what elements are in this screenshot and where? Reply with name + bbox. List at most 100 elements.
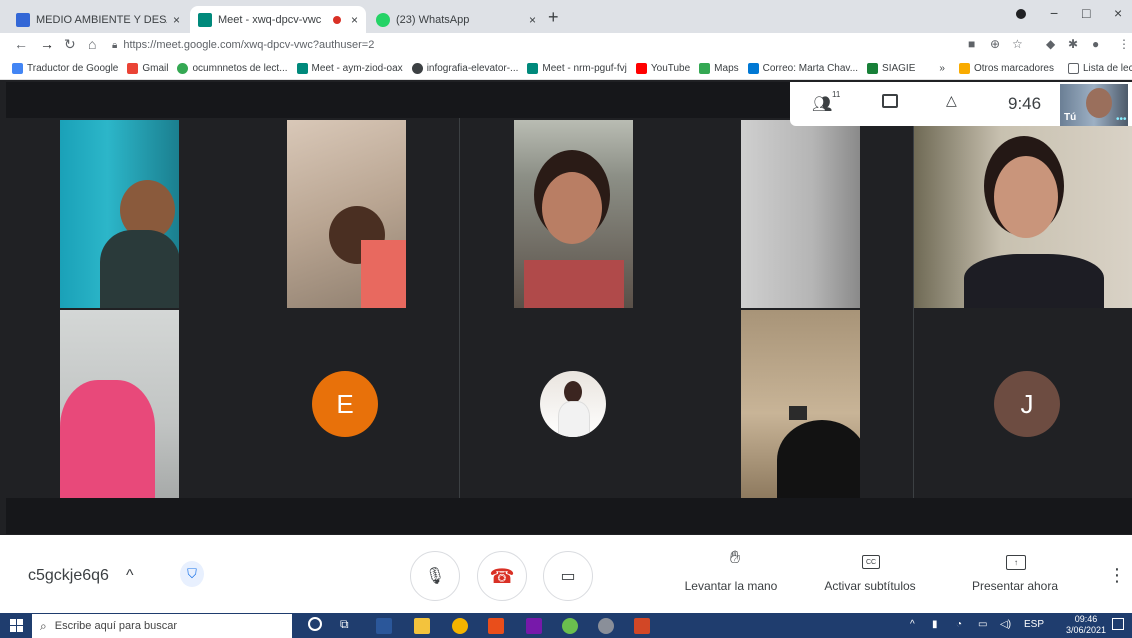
hang-up-button[interactable]: ☎ bbox=[477, 551, 527, 601]
app-icon[interactable] bbox=[598, 618, 614, 634]
network-icon[interactable]: ◔ bbox=[956, 619, 962, 630]
app-icon[interactable] bbox=[562, 618, 578, 634]
bookmark-label: Meet - aym-ziod-oax bbox=[311, 62, 403, 74]
tray-app-icon[interactable]: ▮ bbox=[932, 619, 938, 630]
more-dots-icon[interactable]: ••• bbox=[1116, 114, 1127, 125]
participant-video[interactable] bbox=[60, 120, 179, 308]
puzzle-icon[interactable]: ✱ bbox=[1068, 37, 1078, 51]
bookmarks-overflow-button[interactable]: » bbox=[939, 63, 945, 74]
avatar-initial: J bbox=[1020, 388, 1034, 419]
participant-video[interactable] bbox=[60, 310, 179, 498]
battery-icon[interactable]: ▭ bbox=[978, 619, 987, 630]
maximize-button[interactable]: □ bbox=[1082, 5, 1090, 21]
bookmark-item[interactable]: infografia-elevator-... bbox=[411, 62, 518, 74]
home-icon[interactable]: ⌂ bbox=[88, 36, 96, 52]
more-options-button[interactable]: ⋮ bbox=[1108, 565, 1126, 586]
people-icon[interactable]: 👥︎ bbox=[812, 94, 832, 114]
back-icon[interactable]: ← bbox=[14, 36, 28, 52]
close-tab-icon[interactable]: × bbox=[173, 13, 180, 27]
word-icon[interactable] bbox=[376, 618, 392, 634]
bookmark-item[interactable]: Traductor de Google bbox=[12, 62, 119, 74]
profile-dot-icon[interactable] bbox=[1016, 9, 1026, 19]
minimize-button[interactable]: − bbox=[1050, 5, 1058, 21]
bookmark-item[interactable]: Maps bbox=[699, 62, 739, 74]
youtube-icon bbox=[635, 62, 647, 74]
bookmark-item[interactable]: Gmail bbox=[127, 62, 168, 74]
present-label[interactable]: Presentar ahora bbox=[960, 579, 1070, 593]
bookmark-item[interactable]: Correo: Marta Chav... bbox=[747, 62, 858, 74]
url-text: https://meet.google.com/xwq-dpcv-vwc?aut… bbox=[123, 39, 375, 51]
chrome-icon[interactable] bbox=[452, 618, 468, 634]
tray-chevron-icon[interactable]: ^ bbox=[910, 619, 915, 630]
tab-title: (23) WhatsApp bbox=[396, 13, 470, 26]
language-indicator[interactable]: ESP bbox=[1024, 619, 1044, 630]
lock-icon: 🔒︎ bbox=[112, 39, 118, 51]
cortana-icon[interactable] bbox=[308, 617, 322, 631]
reload-icon[interactable]: ↻ bbox=[64, 36, 76, 53]
meeting-info-panel: 👥︎ 11 △ 9:46 Tú ••• bbox=[790, 82, 1132, 126]
new-tab-button[interactable]: + bbox=[548, 7, 559, 28]
bookmarks-bar: Traductor de Google Gmail ocumnnetos de … bbox=[0, 57, 1132, 80]
notifications-icon[interactable] bbox=[1112, 618, 1124, 630]
participant-video[interactable] bbox=[741, 310, 860, 498]
powerpoint-icon[interactable] bbox=[634, 618, 650, 634]
participant-video[interactable] bbox=[287, 120, 406, 308]
meeting-clock: 9:46 bbox=[1008, 94, 1042, 113]
camera-icon[interactable]: ■ bbox=[968, 37, 975, 51]
tab-medio-ambiente[interactable]: MEDIO AMBIENTE Y DESARROLL × bbox=[8, 6, 188, 33]
clock-time: 09:46 bbox=[1074, 614, 1098, 624]
taskbar-search[interactable]: ⌕ Escribe aquí para buscar bbox=[32, 614, 292, 638]
activities-icon[interactable]: △ bbox=[946, 92, 957, 109]
raise-hand-label[interactable]: Levantar la mano bbox=[676, 579, 786, 593]
present-icon[interactable]: ↑ bbox=[1006, 555, 1026, 570]
forward-icon[interactable]: → bbox=[40, 36, 54, 52]
reading-list-button[interactable]: Lista de lectura bbox=[1067, 62, 1132, 74]
zoom-icon[interactable]: ⊕ bbox=[990, 37, 1000, 51]
stage-bottom-band bbox=[6, 498, 1132, 534]
tab-whatsapp[interactable]: (23) WhatsApp × bbox=[368, 6, 544, 33]
office-icon[interactable] bbox=[488, 618, 504, 634]
participants-count: 11 bbox=[832, 90, 841, 99]
address-bar[interactable]: 🔒︎ https://meet.google.com/xwq-dpcv-vwc?… bbox=[112, 35, 1002, 55]
bookmark-item[interactable]: SIAGIE bbox=[867, 62, 915, 74]
tile-divider bbox=[459, 118, 460, 498]
close-tab-icon[interactable]: × bbox=[351, 13, 358, 27]
recording-icon bbox=[332, 15, 341, 24]
microphone-button[interactable]: 🎙︎ bbox=[410, 551, 460, 601]
taskbar-clock[interactable]: 09:46 3/06/2021 bbox=[1066, 614, 1106, 636]
captions-label[interactable]: Activar subtítulos bbox=[812, 579, 928, 593]
self-label: Tú bbox=[1064, 112, 1077, 123]
menu-icon[interactable]: ⋮ bbox=[1118, 37, 1130, 51]
close-tab-icon[interactable]: × bbox=[529, 13, 536, 27]
participant-video[interactable] bbox=[514, 120, 633, 308]
bookmark-item[interactable]: Meet - nrm-pguf-fvj bbox=[527, 62, 627, 74]
shield-icon[interactable]: ⛉ bbox=[180, 561, 204, 587]
bookmark-item[interactable]: YouTube bbox=[635, 62, 691, 74]
bookmark-label: Traductor de Google bbox=[27, 62, 119, 74]
meet-icon bbox=[527, 62, 539, 74]
volume-icon[interactable]: ◁) bbox=[1000, 619, 1011, 630]
participant-video[interactable] bbox=[741, 120, 860, 308]
bookmark-label: YouTube bbox=[650, 62, 691, 74]
star-icon[interactable]: ☆ bbox=[1012, 37, 1023, 51]
participant-video[interactable] bbox=[914, 126, 1132, 308]
chevron-up-icon[interactable]: ^ bbox=[126, 567, 134, 585]
raise-hand-icon[interactable]: ✋︎ bbox=[720, 547, 750, 568]
meet-icon bbox=[198, 12, 212, 27]
self-preview[interactable]: Tú ••• bbox=[1060, 84, 1128, 126]
windows-start-icon[interactable] bbox=[10, 619, 23, 632]
bookmark-item[interactable]: Meet - aym-ziod-oax bbox=[296, 62, 403, 74]
account-icon[interactable]: ● bbox=[1092, 37, 1099, 51]
task-view-icon[interactable]: ⧉ bbox=[340, 617, 349, 632]
file-explorer-icon[interactable] bbox=[414, 618, 430, 634]
other-bookmarks-folder[interactable]: Otros marcadores bbox=[958, 62, 1054, 74]
bookmark-item[interactable]: ocumnnetos de lect... bbox=[177, 62, 288, 74]
extension-icon[interactable]: ◆ bbox=[1046, 37, 1055, 51]
onenote-icon[interactable] bbox=[526, 618, 542, 634]
close-window-button[interactable]: × bbox=[1114, 5, 1122, 21]
tab-meet[interactable]: Meet - xwq-dpcv-vwc × bbox=[190, 6, 366, 33]
camera-button[interactable]: ▭ bbox=[543, 551, 593, 601]
meeting-code[interactable]: c5gckje6q6 bbox=[28, 567, 109, 585]
chat-icon[interactable] bbox=[882, 94, 898, 108]
captions-icon[interactable]: CC bbox=[862, 555, 880, 569]
